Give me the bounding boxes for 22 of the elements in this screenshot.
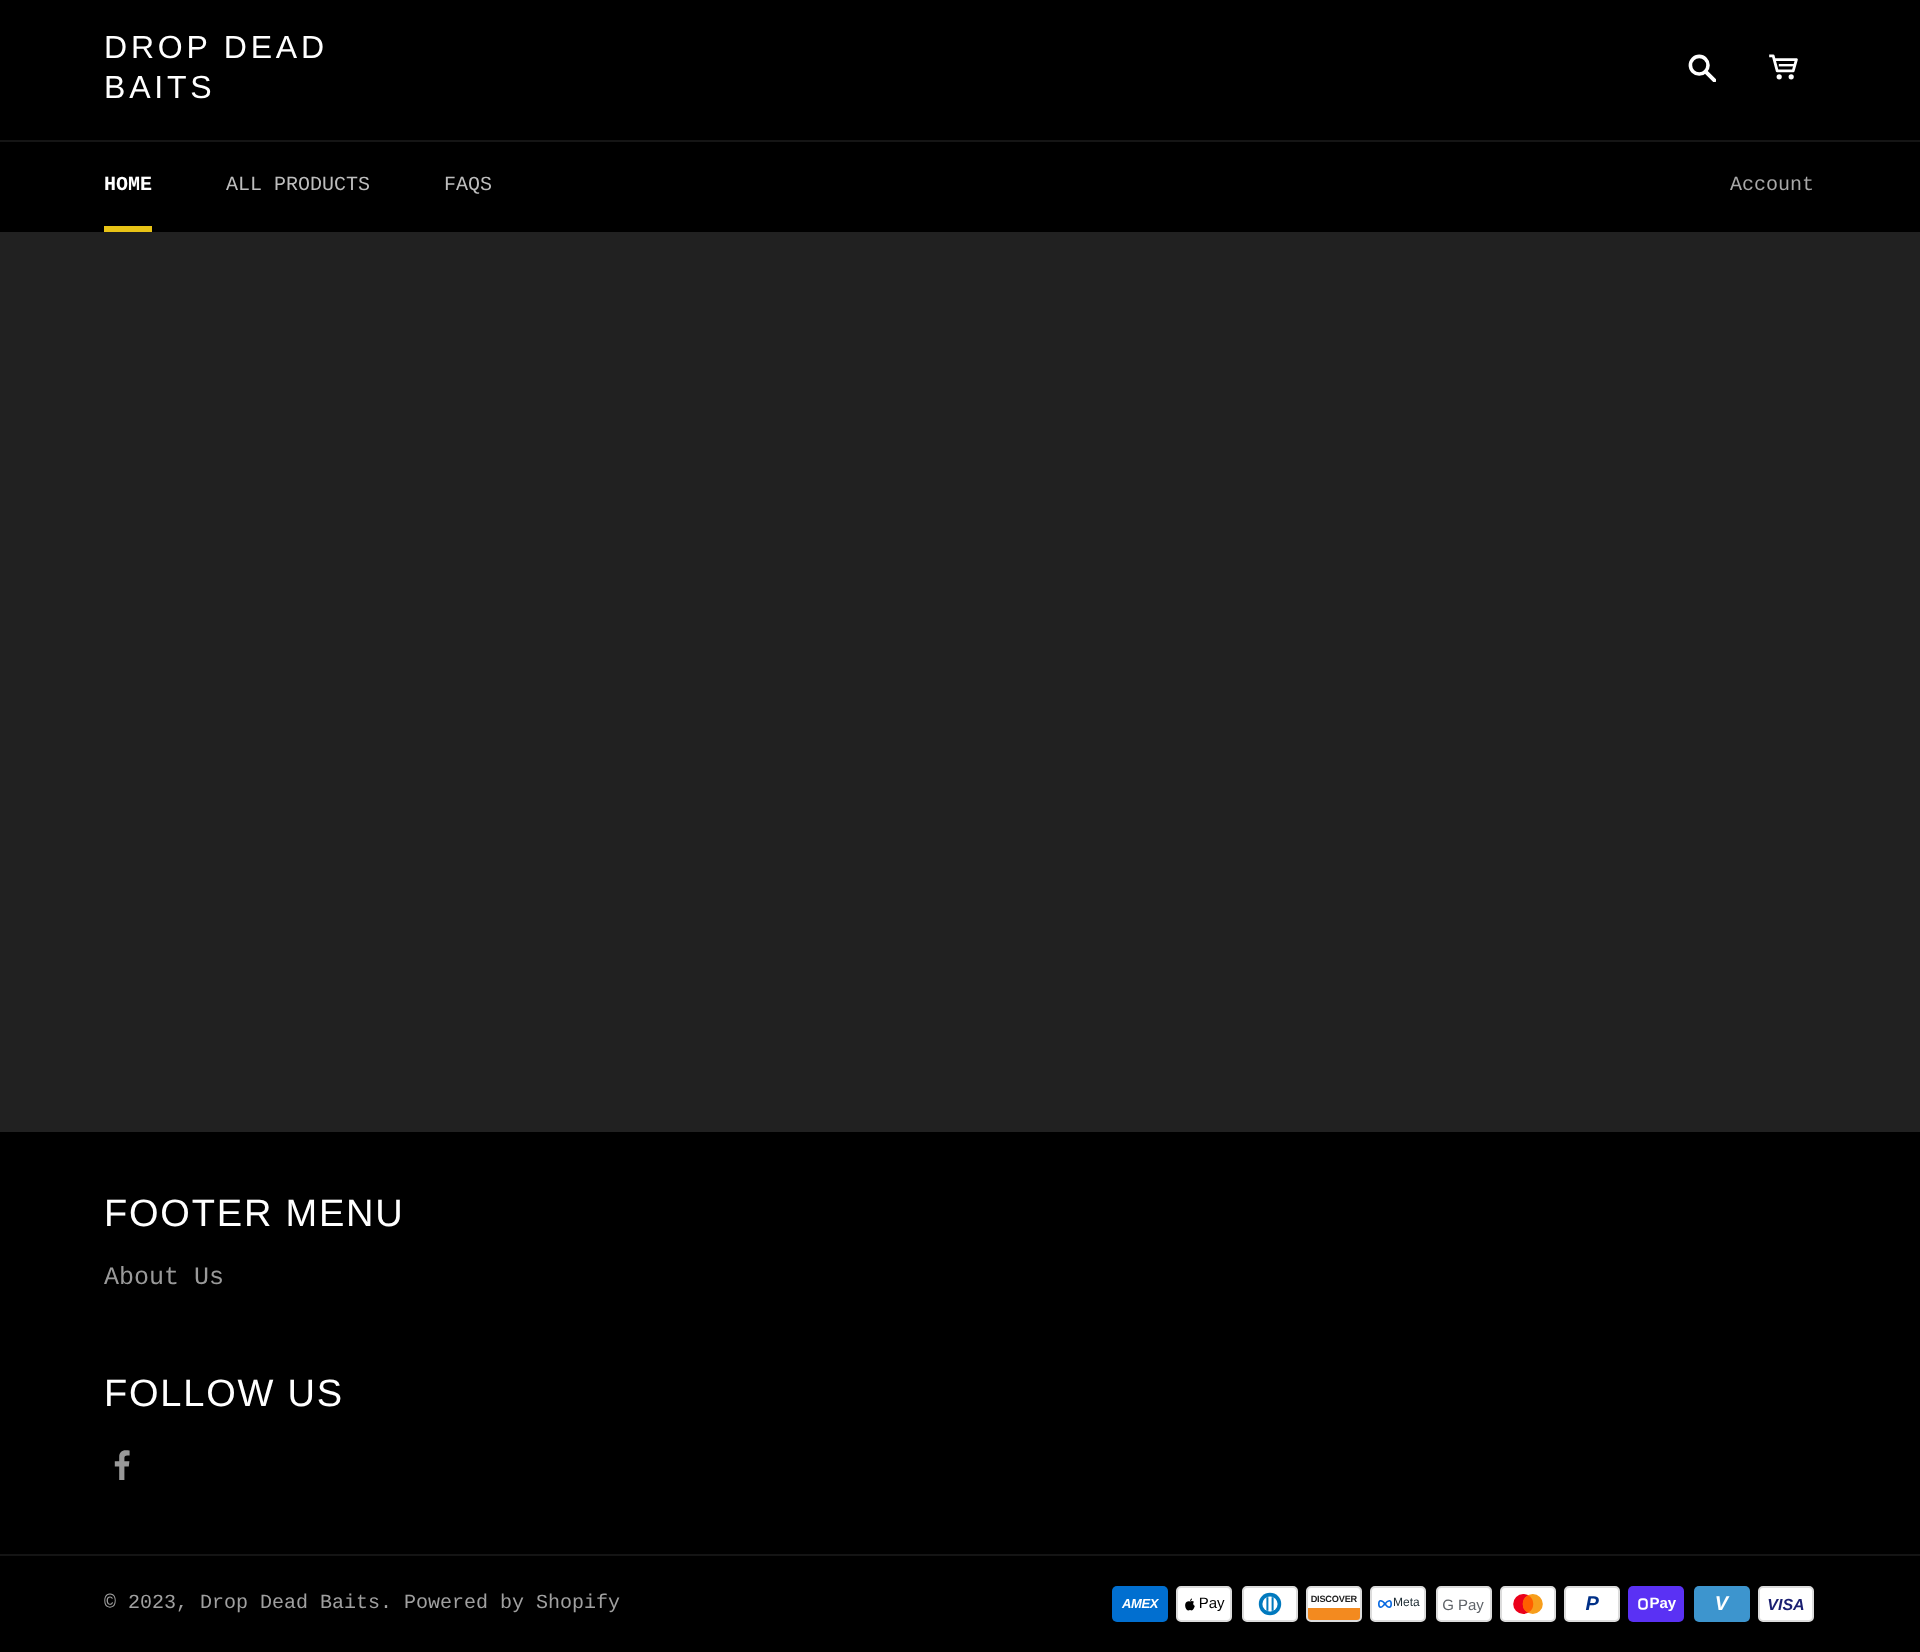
cart-icon xyxy=(1768,54,1798,80)
nav-link[interactable]: FAQS xyxy=(444,142,493,232)
footer-link[interactable]: About Us xyxy=(104,1264,225,1292)
search-icon xyxy=(1688,53,1716,81)
card-logo-icon xyxy=(1499,1586,1556,1622)
payment-badge: V xyxy=(1693,1586,1750,1622)
copyright-text: © 2023, Drop Dead Baits. Powered by Shopify xyxy=(104,1593,621,1615)
infinity-icon xyxy=(1377,1600,1392,1608)
cart-button[interactable] xyxy=(1764,50,1802,84)
payment-badge: P xyxy=(1564,1586,1621,1622)
apple-icon xyxy=(1184,1597,1197,1611)
nav-link[interactable]: ALL PRODUCTS xyxy=(226,142,371,232)
account-link[interactable]: Account xyxy=(1729,142,1814,232)
payment-badge: VISA xyxy=(1758,1586,1814,1622)
facebook-link[interactable] xyxy=(114,1450,130,1480)
rounded-square-icon xyxy=(1637,1598,1648,1610)
store-logo[interactable]: DROP DEAD BAITS xyxy=(104,30,340,110)
card-logo-icon xyxy=(1241,1586,1298,1622)
footer-heading: FOOTER MENU xyxy=(104,1194,405,1238)
footer-heading: FOLLOW US xyxy=(104,1374,345,1418)
facebook-icon xyxy=(114,1450,130,1480)
search-button[interactable] xyxy=(1684,49,1720,85)
